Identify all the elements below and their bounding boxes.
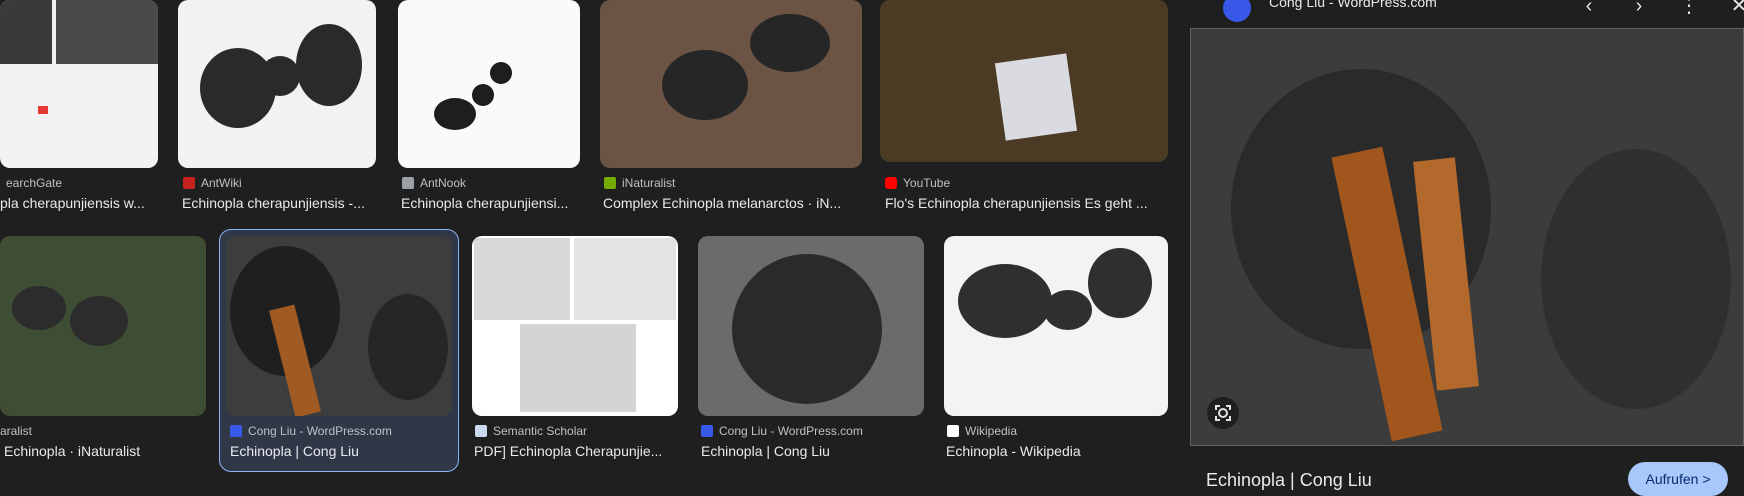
preview-title[interactable]: Echinopla | Cong Liu bbox=[1206, 470, 1372, 491]
result-image[interactable] bbox=[698, 236, 924, 416]
source-label: YouTube bbox=[885, 176, 950, 190]
result-title[interactable]: Echinopla cherapunjiensis -... bbox=[182, 195, 376, 211]
source-label: earchGate bbox=[6, 176, 63, 190]
result-title[interactable]: Echinopla | Cong Liu bbox=[701, 443, 923, 459]
result-image[interactable] bbox=[472, 236, 678, 416]
result-image[interactable] bbox=[0, 0, 158, 168]
result-image[interactable] bbox=[398, 0, 580, 168]
source-label: Cong Liu - WordPress.com bbox=[701, 424, 863, 438]
source-label: Cong Liu - WordPress.com bbox=[230, 424, 392, 438]
wordpress-favicon-icon bbox=[230, 425, 242, 437]
result-title[interactable]: Echinopla | Cong Liu bbox=[230, 443, 450, 459]
youtube-favicon-icon bbox=[885, 177, 897, 189]
semantic-scholar-favicon-icon bbox=[475, 425, 487, 437]
preview-image[interactable] bbox=[1190, 28, 1744, 446]
result-title[interactable]: Echinopla cherapunjiensi... bbox=[401, 195, 579, 211]
result-title[interactable]: Echinopla - Wikipedia bbox=[946, 443, 1166, 459]
source-label: AntWiki bbox=[183, 176, 242, 190]
result-image[interactable] bbox=[880, 0, 1168, 162]
result-image[interactable] bbox=[944, 236, 1168, 416]
source-label: iNaturalist bbox=[604, 176, 675, 190]
result-title[interactable]: Flo's Echinopla cherapunjiensis Es geht … bbox=[885, 195, 1167, 211]
chevron-right-icon[interactable]: › bbox=[1627, 0, 1651, 18]
wordpress-favicon-icon bbox=[701, 425, 713, 437]
result-image[interactable] bbox=[178, 0, 376, 168]
source-label: Semantic Scholar bbox=[475, 424, 587, 438]
result-image[interactable] bbox=[0, 236, 206, 416]
result-title[interactable]: pla cherapunjiensis w... bbox=[0, 195, 158, 211]
antnook-favicon-icon bbox=[402, 177, 414, 189]
inaturalist-favicon-icon bbox=[604, 177, 616, 189]
result-title[interactable]: Echinopla · iNaturalist bbox=[4, 443, 206, 459]
source-label: Wikipedia bbox=[947, 424, 1017, 438]
preview-header: Cong Liu - WordPress.com ‹ › ⋮ ✕ bbox=[1205, 0, 1744, 22]
more-vert-icon[interactable]: ⋮ bbox=[1677, 0, 1701, 18]
result-image[interactable] bbox=[226, 236, 452, 416]
close-icon[interactable]: ✕ bbox=[1727, 0, 1744, 18]
wikipedia-favicon-icon bbox=[947, 425, 959, 437]
source-label: aralist bbox=[0, 424, 33, 438]
result-image[interactable] bbox=[600, 0, 862, 168]
chevron-left-icon[interactable]: ‹ bbox=[1577, 0, 1601, 18]
visit-button[interactable]: Aufrufen > bbox=[1628, 462, 1728, 496]
preview-source[interactable]: Cong Liu - WordPress.com bbox=[1269, 0, 1437, 10]
result-title[interactable]: PDF] Echinopla Cherapunjie... bbox=[474, 443, 678, 459]
lens-icon[interactable] bbox=[1207, 397, 1239, 429]
wordpress-logo-icon bbox=[1223, 0, 1251, 22]
result-title[interactable]: Complex Echinopla melanarctos · iN... bbox=[603, 195, 861, 211]
source-label: AntNook bbox=[402, 176, 466, 190]
antwiki-favicon-icon bbox=[183, 177, 195, 189]
